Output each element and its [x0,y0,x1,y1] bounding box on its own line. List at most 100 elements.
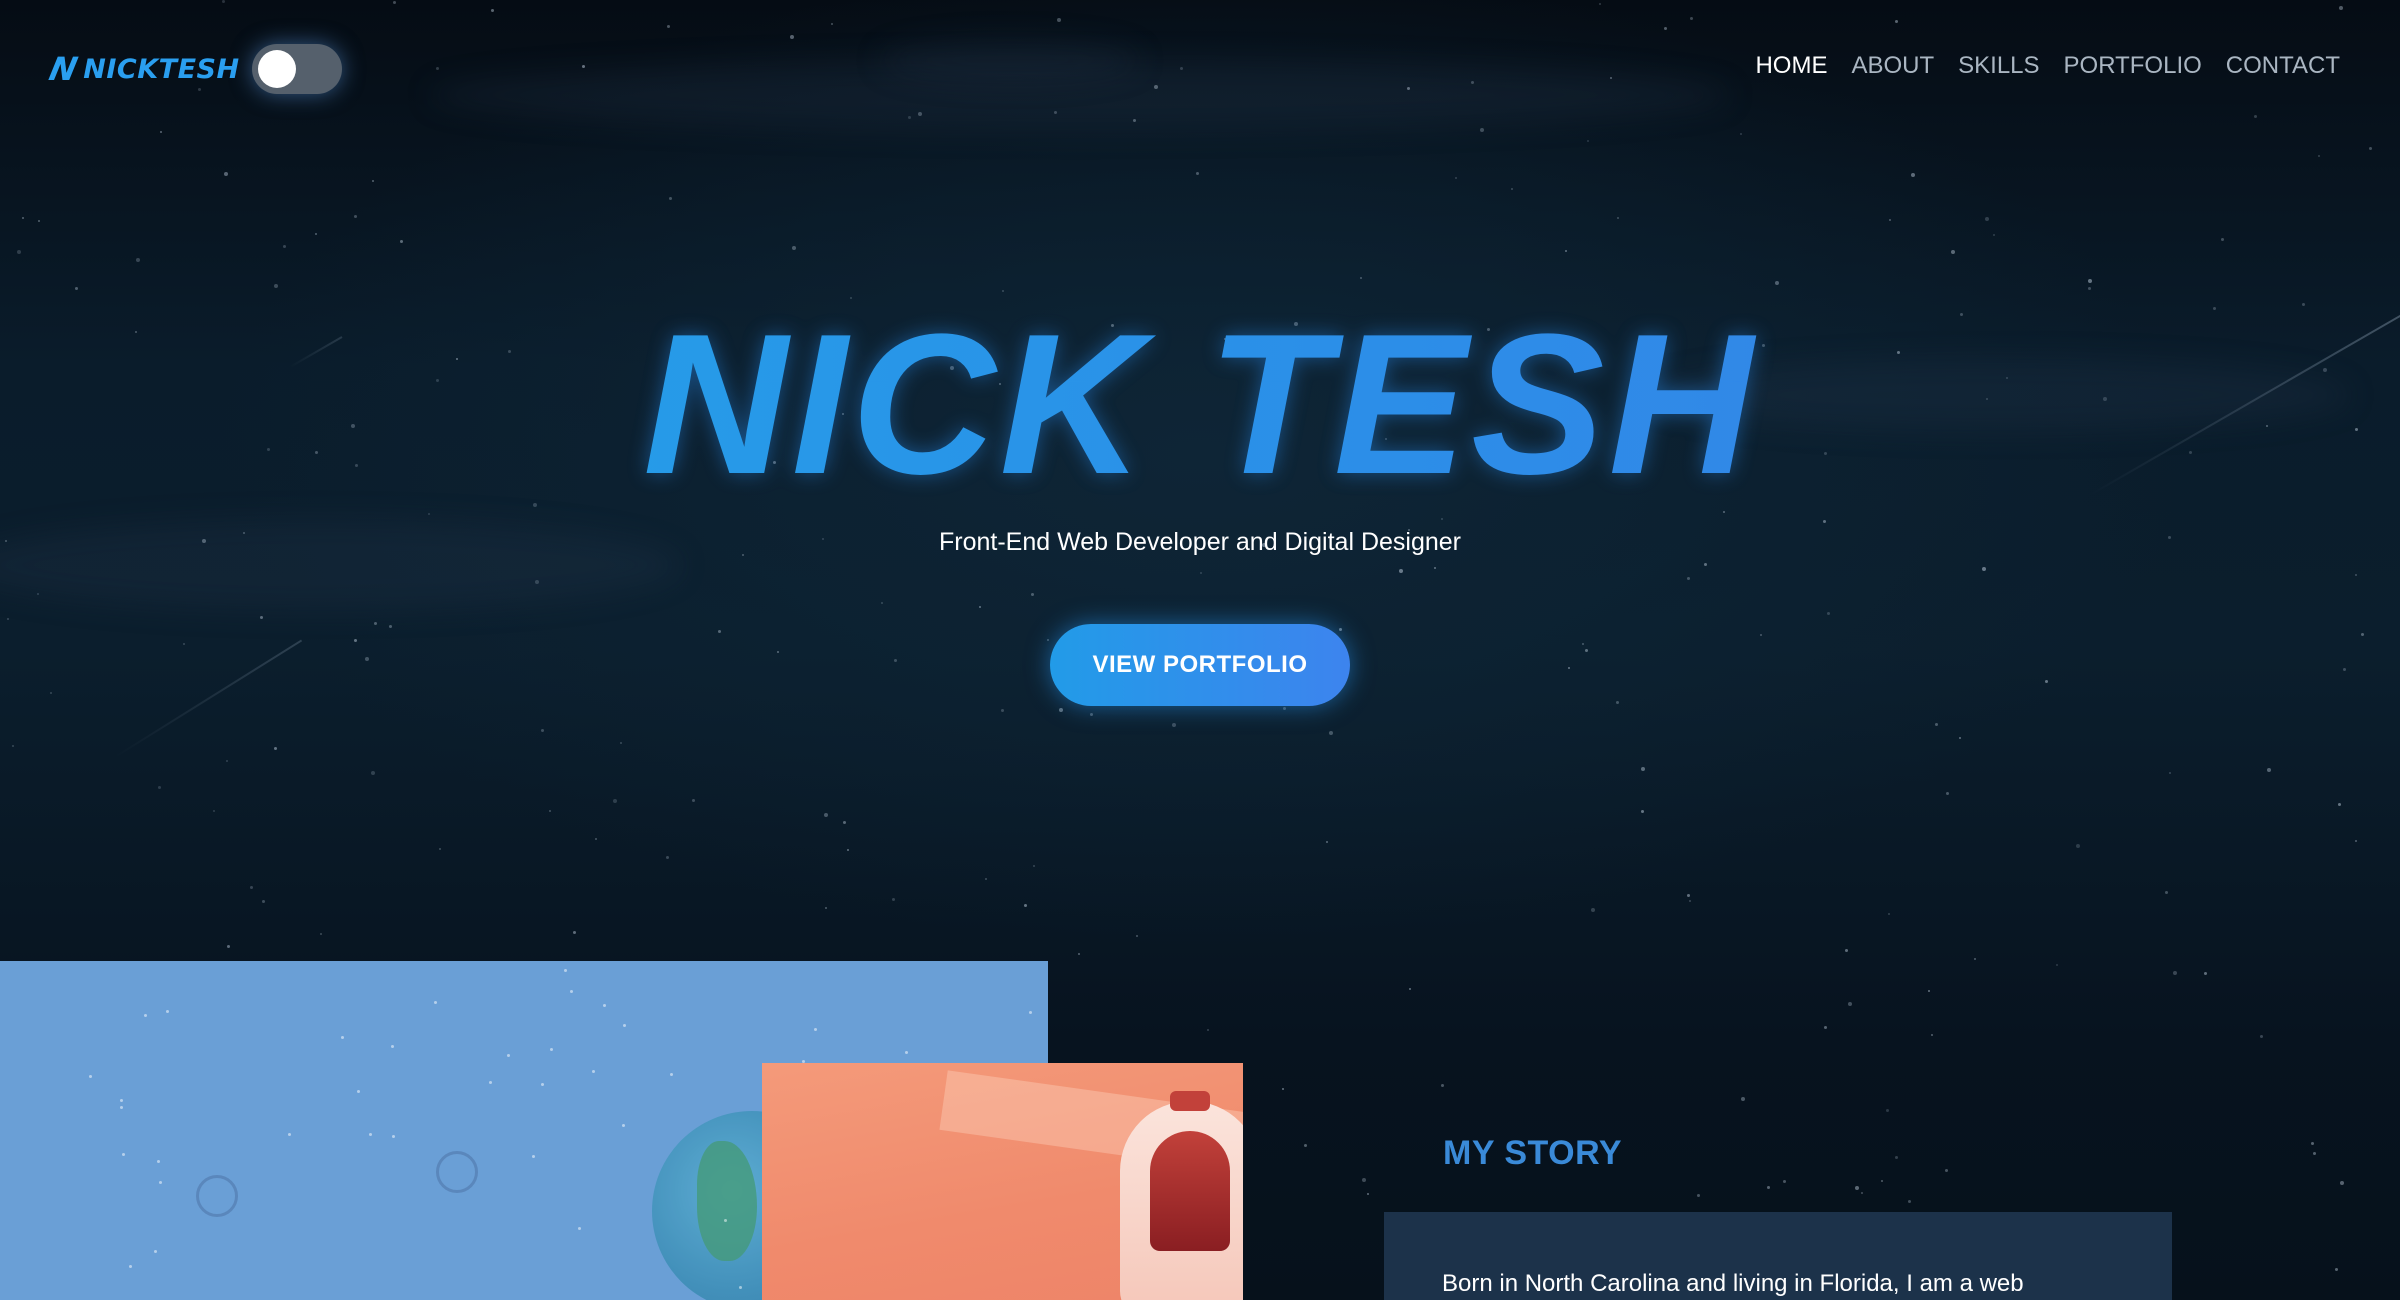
star [129,1265,132,1268]
star [392,1135,395,1138]
star [666,856,669,859]
star [2165,891,2168,894]
star [1931,1034,1933,1036]
nav-skills[interactable]: SKILLS [1958,52,2039,80]
star [1511,188,1513,190]
star [669,197,672,200]
star [400,240,403,243]
star [1362,1178,1366,1182]
star [226,760,228,762]
star [1617,217,1619,219]
star [1367,1193,1369,1195]
star [274,747,277,750]
star [372,180,374,182]
star [1823,520,1826,523]
star [2338,803,2341,806]
star [1946,792,1949,795]
star [1824,1026,1827,1029]
theme-toggle[interactable] [252,44,342,94]
star [1911,173,1915,177]
star [979,606,981,608]
star [1090,713,1093,716]
star [489,1081,492,1084]
star [2318,155,2320,157]
star [1895,1156,1898,1159]
star [549,810,551,812]
star [1993,234,1995,236]
star [12,745,14,747]
star [2045,680,2048,683]
star [985,878,987,880]
star [2311,1142,2314,1145]
star [1889,219,1891,221]
star [1565,250,1567,252]
star [120,1099,123,1102]
star [894,659,897,662]
star [905,1051,908,1054]
star [613,799,617,803]
star [892,898,895,901]
star [75,287,78,290]
star [792,246,796,250]
star [1855,1186,1859,1190]
star [1959,737,1961,739]
star [2169,772,2171,774]
star [824,813,828,817]
nav-portfolio[interactable]: PORTFOLIO [2064,52,2202,80]
star [1861,1192,1863,1194]
star [439,848,441,850]
star [274,284,278,288]
star [166,1010,169,1013]
star [2355,574,2357,576]
star [1886,1109,1889,1112]
star [1697,1194,1700,1197]
nav-contact[interactable]: CONTACT [2226,52,2340,80]
star [1908,1200,1911,1203]
star [1689,900,1691,902]
star [1591,908,1595,912]
main-nav: HOME ABOUT SKILLS PORTFOLIO CONTACT [1755,52,2340,80]
star [1029,1011,1032,1014]
my-story-heading: MY STORY [1443,1134,1623,1172]
story-text: Born in North Carolina and living in Flo… [1442,1270,2024,1297]
small-planet-icon [436,1151,478,1193]
star [550,1048,553,1051]
star [389,625,392,628]
star [1001,709,1004,712]
star [847,849,849,851]
star [573,931,576,934]
star [1741,1097,1745,1101]
star [1136,935,1138,937]
hero-title: NICK TESH [0,300,2400,510]
logo[interactable]: N NICKTESH [46,50,240,88]
star [283,245,286,248]
star [2267,768,2271,772]
star [670,1073,673,1076]
star [17,250,21,254]
star [578,1227,581,1230]
star [718,630,721,633]
logo-mark-icon: N [45,50,82,88]
astronaut-illustration [762,1063,1243,1300]
star [724,1219,727,1222]
star [2340,1181,2344,1185]
nav-about[interactable]: ABOUT [1851,52,1934,80]
nav-home[interactable]: HOME [1755,52,1827,80]
star [2173,971,2177,975]
star [2221,238,2224,241]
star [570,990,573,993]
star [777,651,779,653]
star [692,799,695,802]
star [136,258,140,262]
star [1641,810,1644,813]
view-portfolio-button[interactable]: VIEW PORTFOLIO [1050,624,1350,706]
star [38,220,40,222]
star [365,657,369,661]
star [825,907,827,909]
star [1582,643,1584,645]
star [89,1075,92,1078]
star [391,1045,394,1048]
star [1047,639,1049,641]
star [354,639,357,642]
site-header: N NICKTESH HOME ABOUT SKILLS PORTFOLIO C… [0,0,2400,136]
